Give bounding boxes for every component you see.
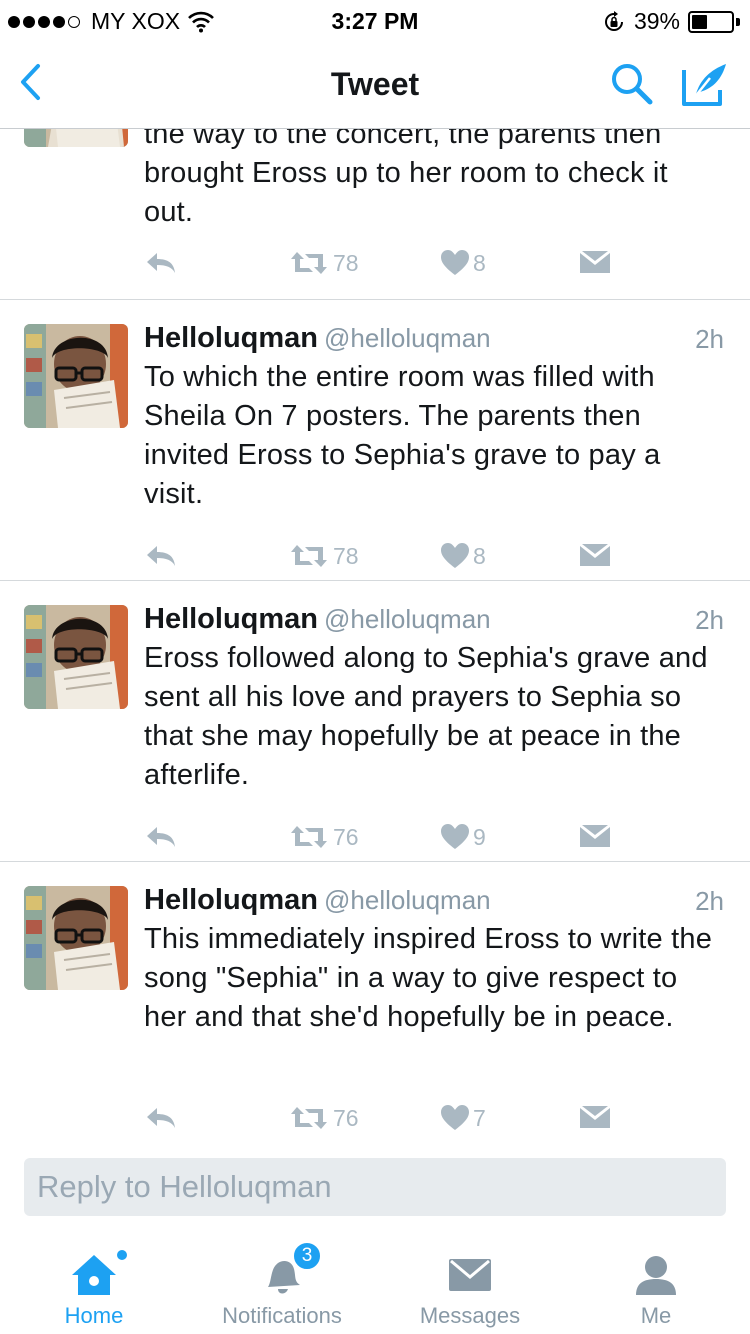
retweet-button[interactable]: 76 [289, 822, 359, 852]
like-count: 8 [473, 249, 486, 276]
envelope-icon [580, 1106, 610, 1128]
tweet-text: the way to the concert, the parents then… [144, 129, 668, 228]
reply-button[interactable] [144, 822, 178, 852]
tab-me[interactable]: Me [562, 1233, 750, 1334]
author-handle[interactable]: @helloluqman [324, 604, 491, 634]
reply-icon [147, 253, 175, 273]
battery-percentage: 39% [633, 8, 680, 34]
retweet-count: 78 [333, 542, 359, 569]
avatar[interactable] [24, 605, 128, 709]
person-icon [636, 1256, 676, 1295]
tweet-text: Eross followed along to Sephia's grave a… [144, 642, 708, 791]
new-content-dot [116, 1249, 128, 1261]
tweet-actions: 76 7 [144, 1103, 704, 1133]
tweet-text: This immediately inspired Eross to write… [144, 923, 713, 1033]
notifications-badge: 3 [292, 1241, 322, 1271]
tweet-header: Helloluqman @helloluqman 2h [144, 603, 728, 639]
tweet-timestamp: 2h [695, 886, 724, 916]
home-icon [72, 1255, 116, 1295]
reply-icon [147, 827, 175, 847]
direct-message-button[interactable] [580, 822, 610, 852]
tweet-actions: 76 9 [144, 822, 704, 852]
tab-me-label: Me [640, 1303, 672, 1328]
tweet-text: To which the entire room was filled with… [144, 361, 661, 510]
status-bar: MY XOX 3:27 PM 39% [0, 0, 750, 40]
avatar[interactable] [24, 886, 128, 990]
like-button[interactable]: 9 [441, 822, 486, 852]
direct-message-button[interactable] [580, 1103, 610, 1133]
reply-input[interactable] [24, 1158, 726, 1216]
like-button[interactable]: 7 [441, 1103, 486, 1133]
retweet-button[interactable]: 78 [289, 248, 359, 278]
tweet-item[interactable]: Helloluqman @helloluqman 2h To which the … [0, 300, 750, 581]
retweet-count: 76 [333, 823, 359, 850]
retweet-button[interactable]: 78 [289, 541, 359, 571]
reply-button[interactable] [144, 541, 178, 571]
direct-message-button[interactable] [580, 248, 610, 278]
tab-notifications-label: Notifications [222, 1303, 342, 1328]
tab-messages-label: Messages [419, 1303, 521, 1328]
heart-icon [441, 250, 469, 275]
avatar[interactable] [24, 324, 128, 428]
heart-icon [441, 824, 469, 849]
retweet-icon [291, 545, 327, 567]
heart-icon [441, 543, 469, 568]
author-handle[interactable]: @helloluqman [324, 885, 491, 915]
retweet-icon [291, 1107, 327, 1129]
tab-notifications[interactable]: 3 Notifications [188, 1233, 376, 1334]
tweet-item[interactable]: the way to the concert, the parents then… [0, 129, 750, 300]
compose-tweet-icon[interactable] [680, 60, 730, 108]
author-name[interactable]: Helloluqman [144, 603, 318, 635]
retweet-icon [291, 826, 327, 848]
retweet-button[interactable]: 76 [289, 1103, 359, 1133]
tweet-header: Helloluqman @helloluqman 2h [144, 322, 728, 358]
tweet-actions: 78 8 [144, 541, 704, 571]
heart-icon [441, 1105, 469, 1130]
status-bar-right: 39% [602, 8, 740, 35]
rotation-lock-icon [604, 10, 623, 31]
like-count: 8 [473, 542, 486, 569]
battery-tip [736, 17, 740, 26]
direct-message-button[interactable] [580, 541, 610, 571]
reply-button[interactable] [144, 1103, 178, 1133]
tab-home[interactable]: Home [0, 1233, 188, 1334]
battery-level-fill [692, 14, 707, 29]
tweet-timestamp: 2h [695, 324, 724, 354]
envelope-icon [580, 544, 610, 566]
retweet-count: 78 [333, 249, 359, 276]
avatar[interactable] [24, 129, 128, 147]
author-handle[interactable]: @helloluqman [324, 323, 491, 353]
tweet-item[interactable]: Helloluqman @helloluqman 2h This immediat… [0, 862, 750, 1133]
reply-bar [0, 1133, 750, 1233]
like-button[interactable]: 8 [441, 541, 486, 571]
tweet-item[interactable]: Helloluqman @helloluqman 2h Eross followe… [0, 581, 750, 862]
envelope-icon [580, 825, 610, 847]
envelope-icon [580, 251, 610, 273]
like-count: 9 [473, 823, 486, 850]
author-name[interactable]: Helloluqman [144, 322, 318, 354]
like-count: 7 [473, 1104, 486, 1131]
reply-button[interactable] [144, 248, 178, 278]
tweet-thread[interactable]: the way to the concert, the parents then… [0, 129, 750, 1133]
tab-bar: Home 3 Notifications Messages Me [0, 1233, 750, 1334]
search-icon[interactable] [608, 60, 656, 108]
envelope-icon [449, 1259, 491, 1291]
tweet-header: Helloluqman @helloluqman 2h [144, 884, 728, 920]
nav-bar: Tweet [0, 40, 750, 129]
retweet-icon [291, 252, 327, 274]
reply-icon [147, 1108, 175, 1128]
retweet-count: 76 [333, 1104, 359, 1131]
tab-messages[interactable]: Messages [376, 1233, 564, 1334]
battery-icon [688, 10, 734, 33]
like-button[interactable]: 8 [441, 248, 486, 278]
tab-home-label: Home [64, 1303, 124, 1328]
author-name[interactable]: Helloluqman [144, 884, 318, 916]
tweet-timestamp: 2h [695, 605, 724, 635]
tweet-actions: 78 8 [144, 248, 704, 278]
reply-icon [147, 546, 175, 566]
